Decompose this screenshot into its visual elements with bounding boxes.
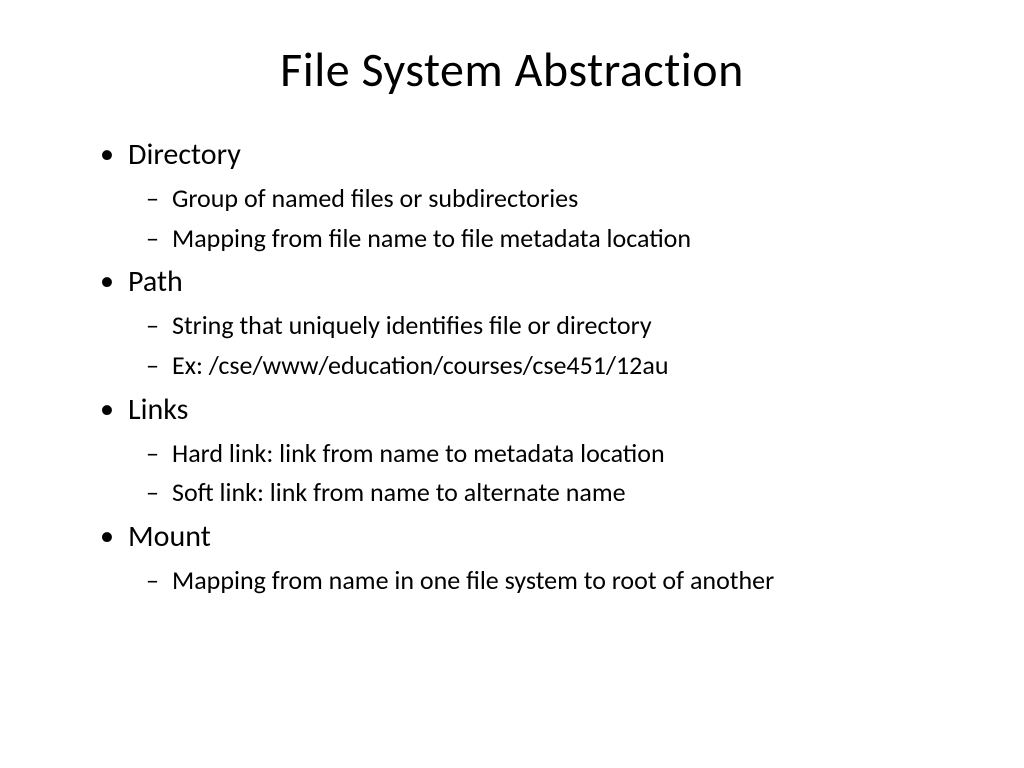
bullet-label: Links (128, 391, 188, 428)
bullet-label: Directory (128, 136, 241, 173)
bullet-item: Path String that uniquely identifies fil… (100, 261, 954, 384)
bullet-item: Links Hard link: link from name to metad… (100, 389, 954, 512)
slide-title: File System Abstraction (70, 40, 954, 99)
sub-bullet-list: Mapping from name in one file system to … (146, 562, 954, 600)
sub-bullet-item: String that uniquely identifies file or … (146, 307, 954, 345)
bullet-list: Directory Group of named files or subdir… (100, 134, 954, 600)
sub-bullet-item: Soft link: link from name to alternate n… (146, 474, 954, 512)
sub-bullet-list: Group of named files or subdirectories M… (146, 180, 954, 257)
sub-bullet-list: Hard link: link from name to metadata lo… (146, 435, 954, 512)
bullet-label: Path (128, 263, 183, 300)
sub-bullet-item: Mapping from file name to file metadata … (146, 220, 954, 258)
sub-bullet-item: Ex: /cse/www/education/courses/cse451/12… (146, 347, 954, 385)
bullet-label: Mount (128, 518, 211, 555)
sub-bullet-item: Hard link: link from name to metadata lo… (146, 435, 954, 473)
bullet-item: Directory Group of named files or subdir… (100, 134, 954, 257)
sub-bullet-item: Mapping from name in one file system to … (146, 562, 954, 600)
sub-bullet-list: String that uniquely identifies file or … (146, 307, 954, 384)
bullet-item: Mount Mapping from name in one file syst… (100, 516, 954, 600)
slide-content: Directory Group of named files or subdir… (70, 134, 954, 600)
sub-bullet-item: Group of named files or subdirectories (146, 180, 954, 218)
